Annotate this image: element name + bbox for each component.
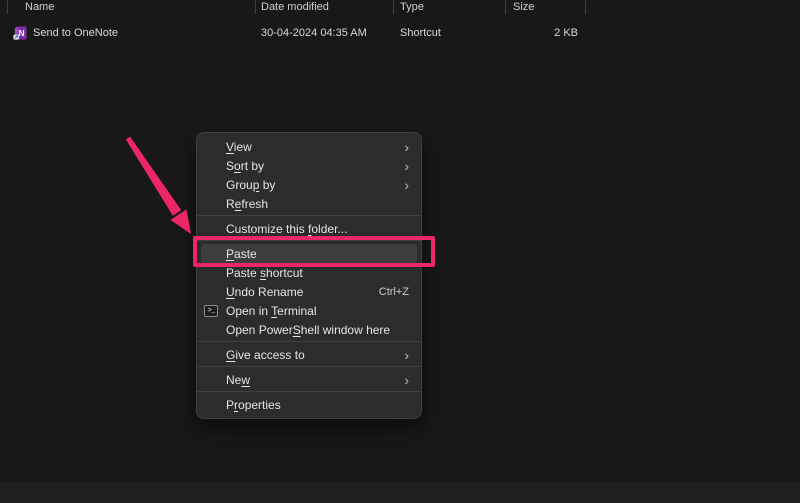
column-divider[interactable] — [255, 0, 256, 14]
chevron-right-icon: › — [404, 373, 409, 387]
menu-item-paste[interactable]: Paste — [201, 244, 417, 263]
shortcut-arrow-overlay-icon — [14, 35, 19, 40]
menu-separator — [197, 240, 421, 241]
menu-item-customize-this-folder[interactable]: Customize this folder... — [201, 219, 417, 238]
chevron-right-icon: › — [404, 178, 409, 192]
file-name: Send to OneNote — [33, 24, 118, 42]
onenote-shortcut-icon: N — [13, 26, 27, 40]
column-header-name[interactable]: Name — [25, 0, 54, 16]
menu-separator — [197, 215, 421, 216]
chevron-right-icon: › — [404, 159, 409, 173]
menu-separator — [197, 366, 421, 367]
menu-item-label: Customize this folder... — [226, 222, 347, 236]
context-menu: View › Sort by › Group by › Refresh Customize t… — [196, 132, 422, 419]
menu-item-label: Group by — [226, 178, 275, 192]
menu-item-label: View — [226, 140, 252, 154]
file-row[interactable]: N Send to OneNote 30-04-2024 04:35 AM Sh… — [0, 24, 600, 42]
menu-item-view[interactable]: View › — [201, 137, 417, 156]
svg-text:N: N — [19, 28, 25, 38]
menu-item-label: Undo Rename — [226, 285, 303, 299]
menu-item-label: Paste shortcut — [226, 266, 303, 280]
menu-item-label: Refresh — [226, 197, 268, 211]
menu-item-sort-by[interactable]: Sort by › — [201, 156, 417, 175]
menu-item-label: Properties — [226, 398, 281, 412]
menu-item-label: Open in Terminal — [226, 304, 317, 318]
chevron-right-icon: › — [404, 348, 409, 362]
file-type: Shortcut — [400, 24, 441, 42]
column-divider[interactable] — [585, 0, 586, 14]
file-size: 2 KB — [505, 24, 578, 42]
menu-item-give-access-to[interactable]: Give access to › — [201, 345, 417, 364]
column-header-size[interactable]: Size — [513, 0, 534, 16]
chevron-right-icon: › — [404, 140, 409, 154]
column-divider[interactable] — [393, 0, 394, 14]
column-divider[interactable] — [505, 0, 506, 14]
menu-item-label: New — [226, 373, 250, 387]
menu-item-refresh[interactable]: Refresh — [201, 194, 417, 213]
column-header-type[interactable]: Type — [400, 0, 424, 16]
menu-item-open-powershell-window-here[interactable]: Open PowerShell window here — [201, 320, 417, 339]
menu-item-group-by[interactable]: Group by › — [201, 175, 417, 194]
terminal-icon: >_ — [204, 305, 218, 317]
menu-separator — [197, 391, 421, 392]
shortcut-label: Ctrl+Z — [379, 286, 409, 298]
menu-item-label: Sort by — [226, 159, 264, 173]
menu-item-properties[interactable]: Properties — [201, 395, 417, 414]
menu-item-new[interactable]: New › — [201, 370, 417, 389]
column-divider[interactable] — [7, 0, 8, 14]
column-header-date-modified[interactable]: Date modified — [261, 0, 329, 16]
file-list-header: Name Date modified Type Size — [0, 0, 800, 17]
menu-item-undo-rename[interactable]: Undo Rename Ctrl+Z — [201, 282, 417, 301]
menu-item-open-in-terminal[interactable]: >_ Open in Terminal — [201, 301, 417, 320]
menu-separator — [197, 341, 421, 342]
window-bottom-edge — [0, 482, 800, 503]
menu-item-paste-shortcut[interactable]: Paste shortcut — [201, 263, 417, 282]
menu-item-label: Paste — [226, 247, 257, 261]
menu-item-label: Give access to — [226, 348, 305, 362]
menu-item-label: Open PowerShell window here — [226, 323, 390, 337]
file-date-modified: 30-04-2024 04:35 AM — [261, 24, 367, 42]
